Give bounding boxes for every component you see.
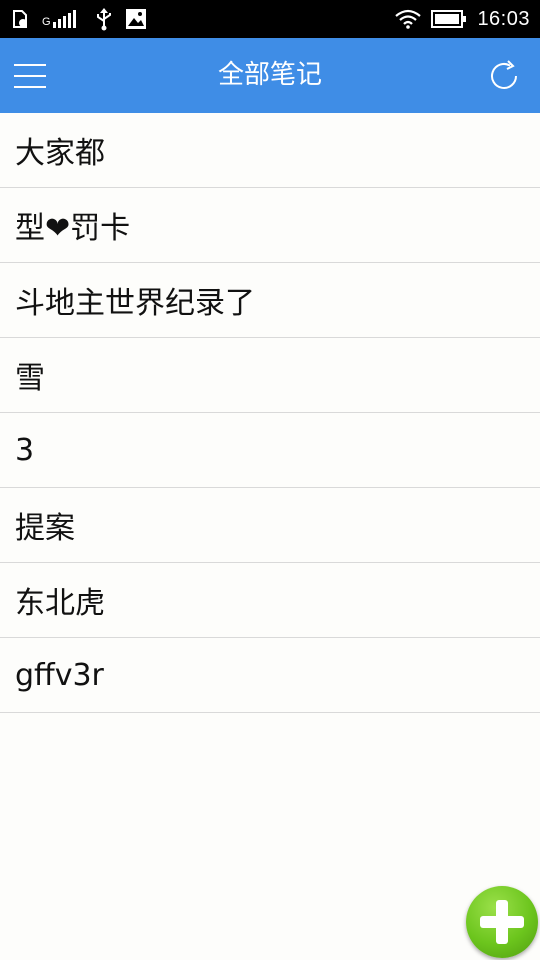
status-bar: G 16:03	[0, 0, 540, 38]
status-bar-left: G	[10, 6, 147, 32]
sim-icon	[13, 10, 27, 28]
signal-label: G	[42, 16, 51, 28]
add-note-button[interactable]	[466, 886, 538, 958]
list-item[interactable]: 东北虎	[0, 563, 540, 638]
list-item[interactable]: gffv3r	[0, 638, 540, 713]
note-title: 斗地主世界纪录了	[15, 286, 255, 321]
note-title: 3	[15, 432, 35, 468]
list-item[interactable]: 斗地主世界纪录了	[0, 263, 540, 338]
note-title: 东北虎	[15, 586, 105, 621]
signal-icon: G	[42, 10, 83, 28]
note-title: gffv3r	[15, 657, 104, 693]
list-item[interactable]: 提案	[0, 488, 540, 563]
status-bar-right: 16:03	[395, 6, 530, 32]
image-icon	[125, 9, 146, 29]
notes-list: 大家都 型❤罚卡 斗地主世界纪录了 雪 3 提案 东北虎 gffv3r	[0, 113, 540, 713]
note-title: 提案	[15, 511, 75, 546]
app-bar: 全部笔记	[0, 38, 540, 113]
note-title: 大家都	[15, 136, 105, 171]
wifi-icon	[395, 9, 422, 29]
refresh-icon[interactable]	[486, 58, 522, 94]
hamburger-menu-icon[interactable]	[14, 60, 46, 92]
list-item[interactable]: 3	[0, 413, 540, 488]
page-title: 全部笔记	[217, 60, 322, 90]
note-title: 型❤罚卡	[15, 211, 131, 246]
list-item[interactable]: 雪	[0, 338, 540, 413]
battery-icon	[431, 10, 467, 28]
status-time: 16:03	[477, 7, 530, 30]
list-item[interactable]: 大家都	[0, 113, 540, 188]
note-title: 雪	[15, 361, 45, 396]
usb-icon	[96, 8, 111, 31]
list-item[interactable]: 型❤罚卡	[0, 188, 540, 263]
